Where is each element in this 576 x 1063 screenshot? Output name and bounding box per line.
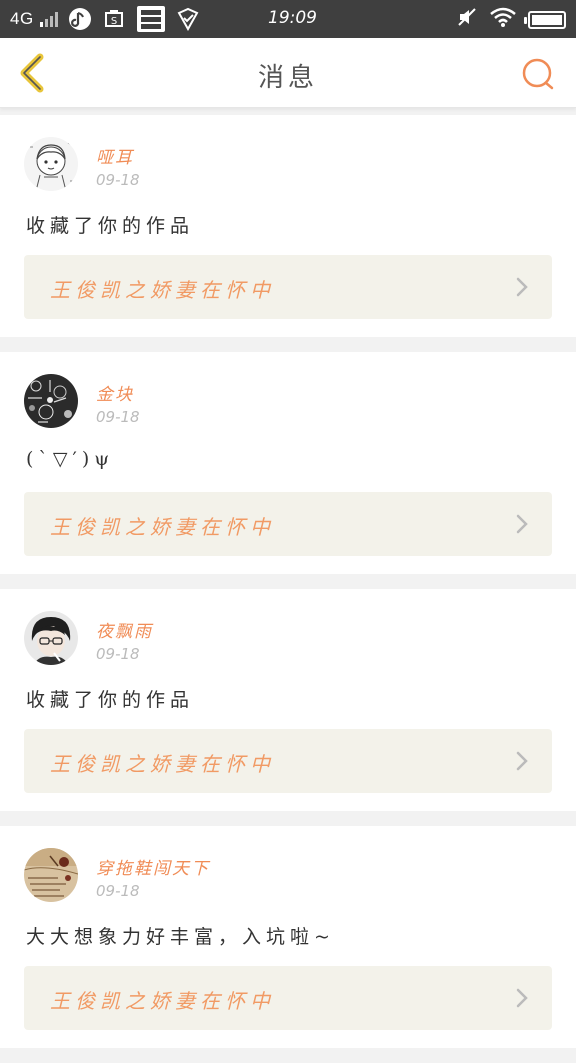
avatar[interactable] xyxy=(24,374,78,428)
message-text: (`▽′)ψ xyxy=(26,448,115,470)
page-title: 消息 xyxy=(257,63,318,93)
username[interactable]: 哑耳 xyxy=(96,143,134,168)
work-link[interactable]: 王俊凯之娇妻在怀中 xyxy=(24,966,552,1030)
username[interactable]: 金块 xyxy=(96,380,134,405)
message-date: 09-18 xyxy=(96,408,140,426)
avatar[interactable] xyxy=(24,611,78,665)
work-link[interactable]: 王俊凯之娇妻在怀中 xyxy=(24,729,552,793)
signal-icon xyxy=(39,11,58,27)
shield-check-icon xyxy=(176,7,200,31)
message-date: 09-18 xyxy=(96,645,140,663)
network-type: 4G xyxy=(10,9,34,28)
work-title: 王俊凯之娇妻在怀中 xyxy=(50,752,275,776)
music-app-icon xyxy=(68,7,92,31)
status-bar: 4G S 19:09 xyxy=(0,0,576,38)
wifi-icon xyxy=(490,6,516,33)
chevron-right-icon xyxy=(516,988,528,1008)
svg-text:S: S xyxy=(111,16,117,27)
search-icon xyxy=(522,58,554,90)
avatar[interactable] xyxy=(24,848,78,902)
avatar[interactable] xyxy=(24,137,78,191)
app-header: 消息 xyxy=(0,38,576,108)
search-button[interactable] xyxy=(520,56,556,92)
chevron-right-icon xyxy=(516,514,528,534)
silent-mode-icon xyxy=(456,6,478,33)
message-card: 夜飘雨 09-18 收藏了你的作品 王俊凯之娇妻在怀中 xyxy=(0,589,576,811)
work-link[interactable]: 王俊凯之娇妻在怀中 xyxy=(24,255,552,319)
message-date: 09-18 xyxy=(96,882,140,900)
message-card: 金块 09-18 (`▽′)ψ 王俊凯之娇妻在怀中 xyxy=(0,352,576,574)
message-text: 收藏了你的作品 xyxy=(26,689,195,711)
battery-icon xyxy=(524,10,566,29)
username[interactable]: 夜飘雨 xyxy=(96,617,153,642)
clock: 19:09 xyxy=(268,8,317,28)
message-list: 哑耳 09-18 收藏了你的作品 王俊凯之娇妻在怀中 金块 09-18 (`▽′… xyxy=(0,115,576,1063)
message-text: 收藏了你的作品 xyxy=(26,215,195,237)
chevron-right-icon xyxy=(516,751,528,771)
message-card: 哑耳 09-18 收藏了你的作品 王俊凯之娇妻在怀中 xyxy=(0,115,576,337)
storage-icon xyxy=(136,6,166,32)
message-text: 大大想象力好丰富，入坑啦~ xyxy=(26,926,335,948)
work-title: 王俊凯之娇妻在怀中 xyxy=(50,989,275,1013)
username[interactable]: 穿拖鞋闯天下 xyxy=(96,854,210,879)
message-card: 穿拖鞋闯天下 09-18 大大想象力好丰富，入坑啦~ 王俊凯之娇妻在怀中 xyxy=(0,826,576,1048)
work-link[interactable]: 王俊凯之娇妻在怀中 xyxy=(24,492,552,556)
screenshot-icon: S xyxy=(102,7,126,31)
message-date: 09-18 xyxy=(96,171,140,189)
work-title: 王俊凯之娇妻在怀中 xyxy=(50,515,275,539)
chevron-right-icon xyxy=(516,277,528,297)
work-title: 王俊凯之娇妻在怀中 xyxy=(50,278,275,302)
